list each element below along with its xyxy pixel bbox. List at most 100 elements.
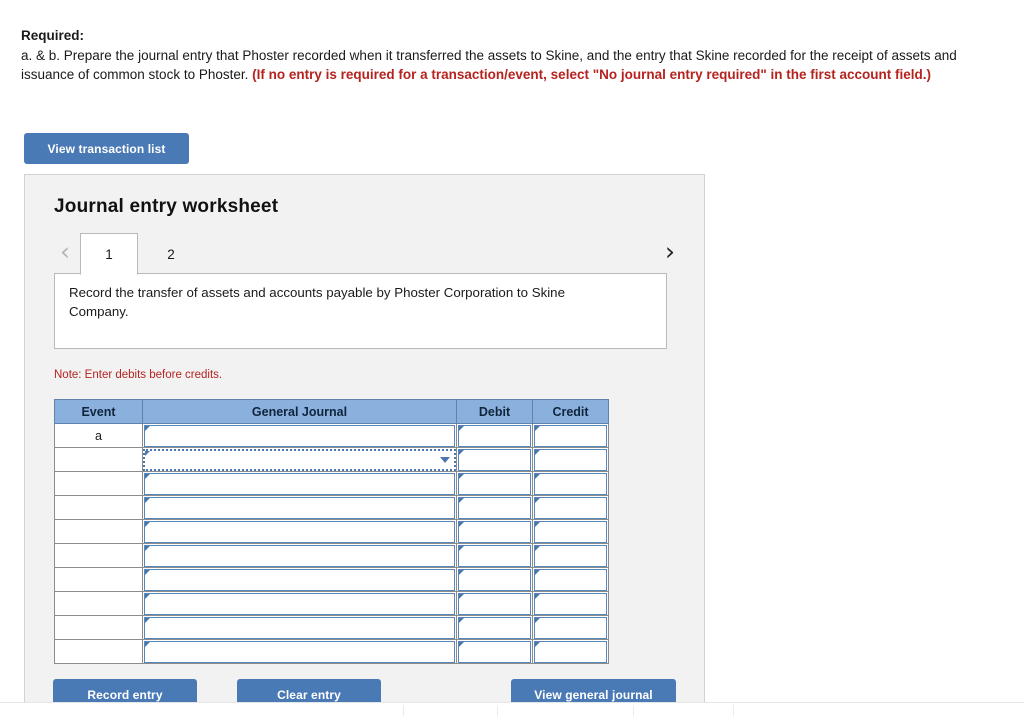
table-header-row: Event General Journal Debit Credit — [54, 399, 609, 424]
debit-input[interactable] — [458, 448, 531, 471]
table-row — [54, 615, 609, 640]
event-cell[interactable]: a — [54, 423, 143, 448]
general-journal-cell[interactable] — [142, 471, 457, 496]
event-cell[interactable] — [54, 567, 143, 592]
credit-cell[interactable] — [532, 615, 609, 640]
tab-worksheet-1[interactable]: 1 — [80, 233, 138, 275]
account-select[interactable] — [144, 424, 455, 447]
cell-wrapper — [143, 592, 456, 615]
account-select[interactable] — [144, 568, 455, 591]
debit-cell[interactable] — [456, 591, 533, 616]
general-journal-cell[interactable] — [142, 567, 457, 592]
chevron-left-icon[interactable]: ‹ — [54, 237, 76, 267]
journal-entry-table: Event General Journal Debit Credit a — [54, 399, 609, 664]
account-select[interactable] — [144, 544, 455, 567]
cell-wrapper — [143, 616, 456, 639]
event-cell[interactable] — [54, 543, 143, 568]
view-general-journal-button[interactable]: View general journal — [511, 679, 676, 702]
page-title: Journal entry worksheet — [54, 196, 279, 217]
general-journal-cell[interactable] — [142, 615, 457, 640]
table-row — [54, 567, 609, 592]
cell-wrapper — [457, 448, 532, 471]
debit-input[interactable] — [458, 472, 531, 495]
cell-wrapper — [533, 616, 608, 639]
debit-input[interactable] — [458, 520, 531, 543]
debit-input[interactable] — [458, 592, 531, 615]
credit-cell[interactable] — [532, 495, 609, 520]
debit-input[interactable] — [458, 496, 531, 519]
credit-input[interactable] — [534, 568, 607, 591]
cell-wrapper — [457, 640, 532, 663]
debit-cell[interactable] — [456, 471, 533, 496]
account-select[interactable] — [144, 640, 455, 663]
event-cell[interactable] — [54, 495, 143, 520]
credit-cell[interactable] — [532, 519, 609, 544]
view-transaction-list-button[interactable]: View transaction list — [24, 133, 189, 164]
table-row — [54, 447, 609, 472]
event-cell[interactable] — [54, 615, 143, 640]
tab-worksheet-2[interactable]: 2 — [144, 233, 198, 275]
debit-cell[interactable] — [456, 519, 533, 544]
cell-wrapper — [457, 520, 532, 543]
general-journal-cell[interactable] — [142, 495, 457, 520]
clear-entry-button[interactable]: Clear entry — [237, 679, 381, 702]
record-entry-button[interactable]: Record entry — [53, 679, 197, 702]
credit-cell[interactable] — [532, 423, 609, 448]
account-select[interactable] — [144, 472, 455, 495]
credit-cell[interactable] — [532, 567, 609, 592]
credit-input[interactable] — [534, 544, 607, 567]
credit-input[interactable] — [534, 592, 607, 615]
debit-cell[interactable] — [456, 543, 533, 568]
debit-input[interactable] — [458, 568, 531, 591]
debit-cell[interactable] — [456, 567, 533, 592]
account-select[interactable] — [144, 592, 455, 615]
debit-cell[interactable] — [456, 615, 533, 640]
credit-cell[interactable] — [532, 639, 609, 664]
general-journal-cell[interactable] — [142, 543, 457, 568]
account-select[interactable] — [144, 520, 455, 543]
debit-cell[interactable] — [456, 447, 533, 472]
credit-input[interactable] — [534, 424, 607, 447]
credit-input[interactable] — [534, 472, 607, 495]
debit-cell[interactable] — [456, 495, 533, 520]
cell-wrapper — [533, 424, 608, 447]
credit-cell[interactable] — [532, 591, 609, 616]
cell-wrapper — [143, 544, 456, 567]
general-journal-cell[interactable] — [142, 423, 457, 448]
general-journal-cell[interactable] — [142, 591, 457, 616]
debit-input[interactable] — [458, 544, 531, 567]
credit-cell[interactable] — [532, 471, 609, 496]
chevron-right-icon[interactable]: › — [659, 237, 681, 267]
debit-input[interactable] — [458, 616, 531, 639]
credit-input[interactable] — [534, 616, 607, 639]
credit-input[interactable] — [534, 520, 607, 543]
strip-divider — [497, 705, 498, 716]
credit-cell[interactable] — [532, 543, 609, 568]
event-cell[interactable] — [54, 591, 143, 616]
cell-wrapper — [143, 448, 456, 471]
table-row — [54, 639, 609, 664]
event-cell[interactable] — [54, 639, 143, 664]
credit-cell[interactable] — [532, 447, 609, 472]
chevron-down-icon[interactable] — [440, 456, 450, 463]
general-journal-cell[interactable] — [142, 447, 457, 472]
event-cell[interactable] — [54, 471, 143, 496]
cell-wrapper — [533, 472, 608, 495]
debit-input[interactable] — [458, 424, 531, 447]
account-select-active[interactable] — [143, 448, 456, 471]
cell-wrapper — [457, 472, 532, 495]
event-cell[interactable] — [54, 447, 143, 472]
debit-input[interactable] — [458, 640, 531, 663]
general-journal-cell[interactable] — [142, 639, 457, 664]
account-select[interactable] — [144, 496, 455, 519]
event-cell[interactable] — [54, 519, 143, 544]
cell-wrapper — [457, 544, 532, 567]
account-select[interactable] — [144, 616, 455, 639]
credit-input[interactable] — [534, 448, 607, 471]
credit-input[interactable] — [534, 640, 607, 663]
column-header-event: Event — [54, 399, 143, 424]
debit-cell[interactable] — [456, 423, 533, 448]
general-journal-cell[interactable] — [142, 519, 457, 544]
credit-input[interactable] — [534, 496, 607, 519]
debit-cell[interactable] — [456, 639, 533, 664]
